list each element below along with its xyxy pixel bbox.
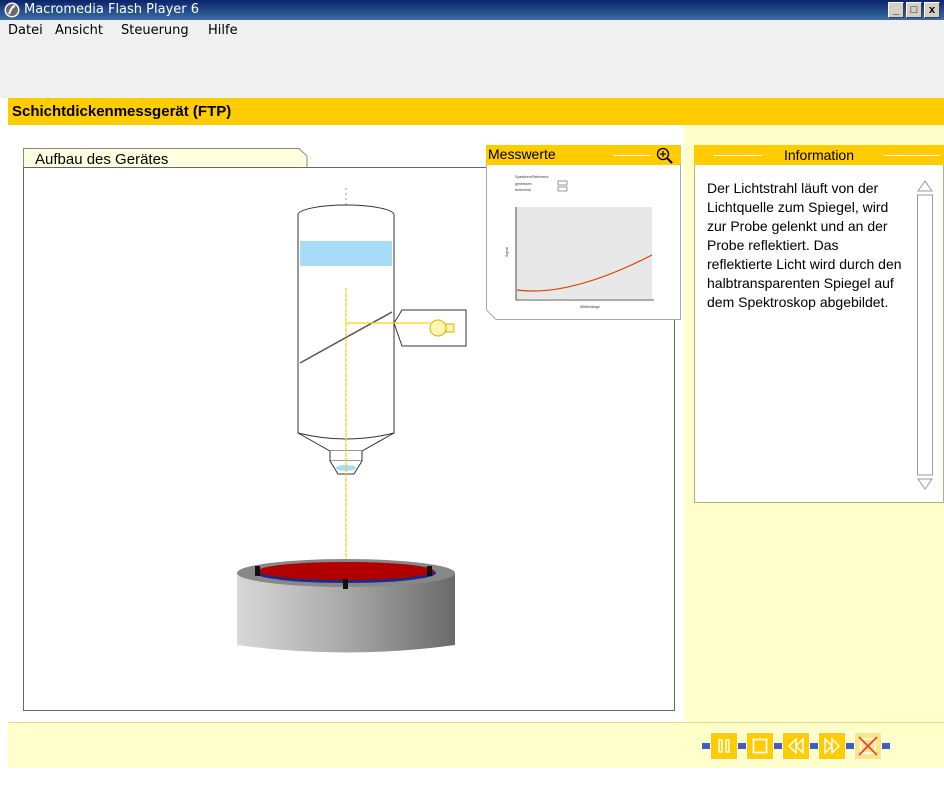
spectroscope-window xyxy=(300,241,392,266)
thumb-legend-title: Spektren/Referenz xyxy=(515,174,548,179)
menu-datei[interactable]: Datei xyxy=(8,23,43,38)
forward-button[interactable] xyxy=(818,732,846,760)
info-scrollbar[interactable] xyxy=(916,177,936,497)
thumb-xlabel: Wellenlänge xyxy=(580,305,600,309)
control-connector xyxy=(846,743,854,749)
pause-icon xyxy=(718,739,730,753)
control-connector xyxy=(702,743,710,749)
thumb-ylabel: Signal xyxy=(505,247,509,257)
control-connector xyxy=(738,743,746,749)
information-body: Der Lichtstrahl läuft von der Lichtquell… xyxy=(694,165,944,503)
control-connector xyxy=(882,743,890,749)
thumb-legend-1: gemessen xyxy=(515,182,532,186)
zoom-in-icon[interactable] xyxy=(656,147,674,165)
control-connector xyxy=(810,743,818,749)
light-source xyxy=(393,309,467,347)
messwerte-title: Messwerte xyxy=(488,146,556,162)
title-rule xyxy=(614,155,650,156)
title-rule-right xyxy=(884,155,940,156)
sample-holder xyxy=(237,559,455,653)
menu-steuerung[interactable]: Steuerung xyxy=(121,23,189,38)
information-text: Der Lichtstrahl läuft von der Lichtquell… xyxy=(707,180,902,310)
messwerte-titlebar: Messwerte xyxy=(486,145,681,165)
flash-player-icon xyxy=(4,2,20,18)
close-icon xyxy=(858,736,878,756)
pause-button[interactable] xyxy=(710,732,738,760)
thumb-legend-2: berechnet xyxy=(515,188,531,192)
rewind-button[interactable] xyxy=(782,732,810,760)
playback-controls xyxy=(700,732,940,760)
sample-surface xyxy=(258,562,434,580)
rewind-icon xyxy=(787,737,804,755)
maximize-button[interactable]: □ xyxy=(906,2,922,18)
stop-icon xyxy=(752,738,768,754)
spectrum-thumbnail: Spektren/Referenz gemessen berechnet Wel… xyxy=(505,174,654,309)
stage-tab-label: Aufbau des Gerätes xyxy=(35,151,169,168)
module-header: Schichtdickenmessgerät (FTP) xyxy=(8,98,944,125)
forward-icon xyxy=(824,737,841,755)
flash-background xyxy=(0,42,944,98)
control-connector xyxy=(774,743,782,749)
minimize-button[interactable]: _ xyxy=(888,2,904,18)
stop-button[interactable] xyxy=(746,732,774,760)
close-button[interactable] xyxy=(854,732,882,760)
window-title: Macromedia Flash Player 6 xyxy=(24,2,200,17)
menu-ansicht[interactable]: Ansicht xyxy=(55,23,103,38)
menu-bar: Datei Ansicht Steuerung Hilfe xyxy=(0,20,944,42)
menu-hilfe[interactable]: Hilfe xyxy=(208,23,238,38)
close-window-button[interactable]: x xyxy=(924,2,940,18)
information-titlebar: Information xyxy=(694,145,944,165)
messwerte-panel: Messwerte Spektren/Referenz gemessen ber… xyxy=(486,145,681,320)
title-bar: Macromedia Flash Player 6 _ □ x xyxy=(0,0,944,20)
information-panel: Information Der Lichtstrahl läuft von de… xyxy=(694,145,944,503)
module-title: Schichtdickenmessgerät (FTP) xyxy=(12,103,232,120)
